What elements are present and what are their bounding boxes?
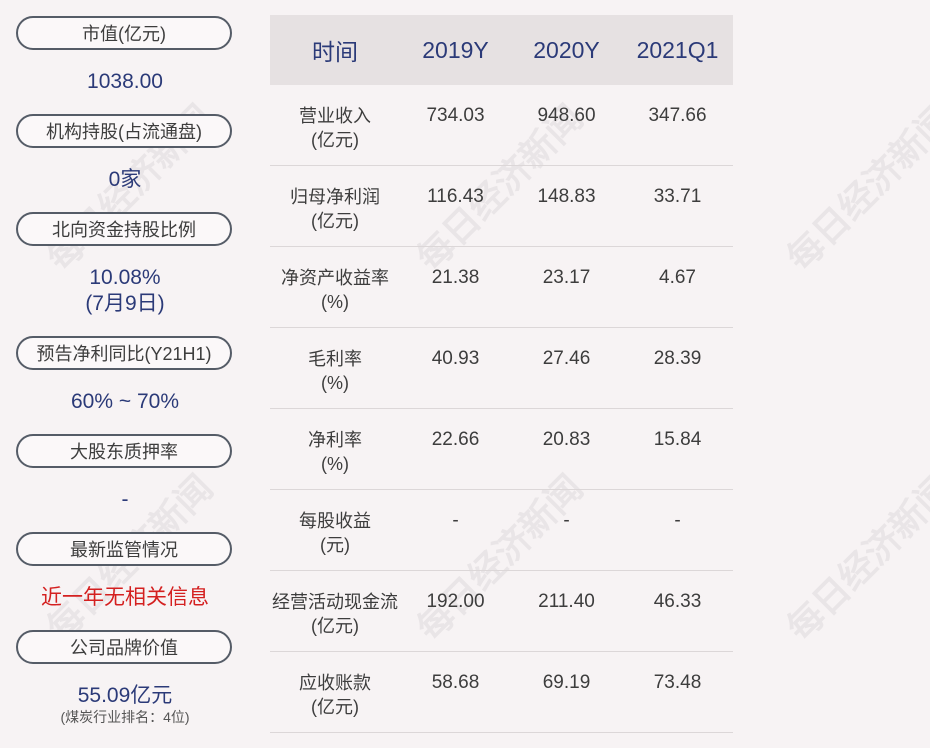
table-cell: 28.39 xyxy=(653,348,702,369)
table-row: 归母净利润 (亿元) 116.43 148.83 33.71 xyxy=(270,166,733,247)
header-2019y: 2019Y xyxy=(422,36,489,63)
row-label: 每股收益 (元) xyxy=(299,511,371,555)
watermark-text: 每日经济新闻 xyxy=(779,467,930,650)
table-cell: 948.60 xyxy=(537,105,596,126)
row-label: 营业收入 (亿元) xyxy=(299,106,371,150)
metric-value-market-cap: 1038.00 xyxy=(87,70,163,93)
header-period: 时间 xyxy=(312,39,358,65)
metric-value-northbound-date: (7月9日) xyxy=(85,292,165,315)
table-row: 毛利率 (%) 40.93 27.46 28.39 xyxy=(270,328,733,409)
metric-value-institutional-holdings: 0家 xyxy=(108,168,142,191)
metric-label-regulatory-status: 最新监管情况 xyxy=(16,532,232,566)
metric-label-market-cap: 市值(亿元) xyxy=(16,16,232,50)
metric-label-profit-forecast: 预告净利同比(Y21H1) xyxy=(16,336,232,370)
table-row: 净资产收益率 (%) 21.38 23.17 4.67 xyxy=(270,247,733,328)
metric-value-brand-value: 55.09亿元 xyxy=(77,684,173,707)
table-cell: 15.84 xyxy=(653,429,702,450)
table-cell: 46.33 xyxy=(653,591,702,612)
metric-value-pledge-ratio: - xyxy=(121,488,129,511)
row-label: 归母净利润 (亿元) xyxy=(290,187,380,231)
table-cell: 23.17 xyxy=(542,267,591,288)
row-label: 毛利率 (%) xyxy=(308,349,362,393)
table-cell: 33.71 xyxy=(653,186,702,207)
metric-value-regulatory-status: 近一年无相关信息 xyxy=(41,586,209,609)
table-cell: - xyxy=(563,510,570,531)
header-2020y: 2020Y xyxy=(533,36,600,63)
table-cell: 116.43 xyxy=(427,186,484,207)
table-row: 应收账款 (亿元) 58.68 69.19 73.48 xyxy=(270,652,733,733)
table-cell: 347.66 xyxy=(648,105,707,126)
row-label: 经营活动现金流 (亿元) xyxy=(272,592,398,636)
table-cell: 20.83 xyxy=(542,429,591,450)
table-cell: 734.03 xyxy=(426,105,485,126)
table-cell: 192.00 xyxy=(426,591,485,612)
table-header: 时间 2019Y 2020Y 2021Q1 xyxy=(270,15,733,85)
table-row: 净利率 (%) 22.66 20.83 15.84 xyxy=(270,409,733,490)
metric-label-pledge-ratio: 大股东质押率 xyxy=(16,434,232,468)
row-label: 应收账款 (亿元) xyxy=(299,673,371,717)
table-row: 营业收入 (亿元) 734.03 948.60 347.66 xyxy=(270,85,733,166)
key-metrics-panel: 市值(亿元) 1038.00 机构持股(占流通盘) 0家 北向资金持股比例 10… xyxy=(0,0,250,748)
table-cell: - xyxy=(452,510,459,531)
table-cell: 73.48 xyxy=(653,672,702,693)
table-cell: 21.38 xyxy=(431,267,480,288)
table-row: 经营活动现金流 (亿元) 192.00 211.40 46.33 xyxy=(270,571,733,652)
metric-value-northbound-ratio: 10.08% xyxy=(89,266,161,289)
table-row: 每股收益 (元) - - - xyxy=(270,490,733,571)
table-cell: 40.93 xyxy=(431,348,480,369)
table-cell: 22.66 xyxy=(431,429,480,450)
table-cell: 58.68 xyxy=(431,672,480,693)
metric-note-brand-rank: (煤炭行业排名：4位) xyxy=(60,709,190,725)
table-cell: - xyxy=(674,510,681,531)
table-cell: 4.67 xyxy=(659,267,696,288)
row-label: 净利率 (%) xyxy=(308,430,362,474)
row-label: 净资产收益率 (%) xyxy=(281,268,389,312)
table-cell: 69.19 xyxy=(542,672,591,693)
metric-label-brand-value: 公司品牌价值 xyxy=(16,630,232,664)
metric-label-northbound-ratio: 北向资金持股比例 xyxy=(16,212,232,246)
metric-value-profit-forecast: 60% ~ 70% xyxy=(71,390,179,413)
table-cell: 211.40 xyxy=(538,591,595,612)
watermark-text: 每日经济新闻 xyxy=(779,97,930,280)
table-cell: 27.46 xyxy=(542,348,591,369)
header-2021q1: 2021Q1 xyxy=(636,36,719,63)
metric-label-institutional-holdings: 机构持股(占流通盘) xyxy=(16,114,232,148)
financial-table: 时间 2019Y 2020Y 2021Q1 营业收入 (亿元) 734.03 94… xyxy=(270,15,733,733)
table-cell: 148.83 xyxy=(537,186,596,207)
